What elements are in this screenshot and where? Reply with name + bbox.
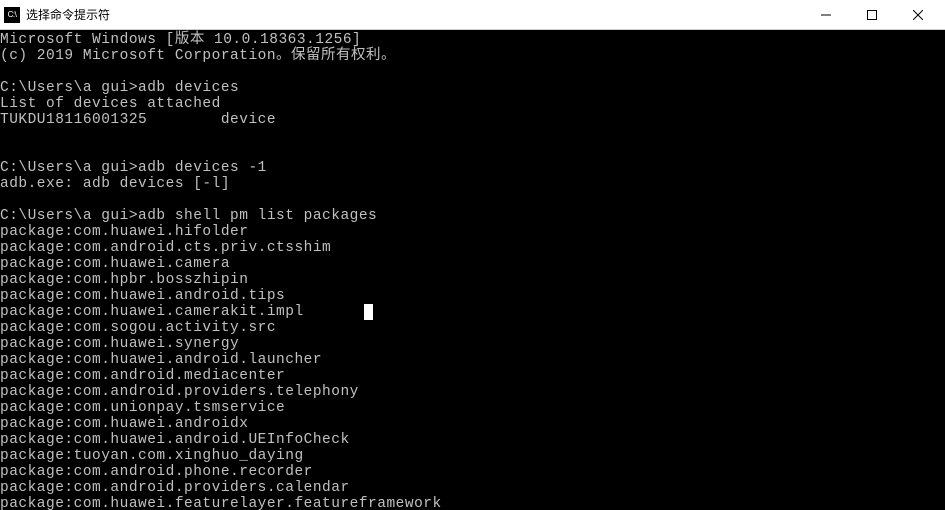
terminal-line: [0, 144, 945, 160]
terminal-line: package:com.android.phone.recorder: [0, 464, 945, 480]
terminal-line: adb.exe: adb devices [-l]: [0, 176, 945, 192]
maximize-button[interactable]: [849, 0, 895, 30]
terminal-line: package:com.android.mediacenter: [0, 368, 945, 384]
terminal-line: package:tuoyan.com.xinghuo_daying: [0, 448, 945, 464]
minimize-icon: [821, 10, 831, 20]
terminal-line: C:\Users\a gui>adb devices: [0, 80, 945, 96]
terminal-line: package:com.android.cts.priv.ctsshim: [0, 240, 945, 256]
terminal-line: package:com.huawei.featurelayer.featuref…: [0, 496, 945, 510]
terminal-line: [0, 64, 945, 80]
terminal-line: [0, 192, 945, 208]
terminal-line: package:com.android.providers.telephony: [0, 384, 945, 400]
terminal-line: C:\Users\a gui>adb devices -1: [0, 160, 945, 176]
cursor: [364, 304, 373, 320]
terminal-line: package:com.huawei.camera: [0, 256, 945, 272]
terminal-line: [0, 128, 945, 144]
terminal-line: package:com.huawei.androidx: [0, 416, 945, 432]
terminal-line: package:com.android.providers.calendar: [0, 480, 945, 496]
terminal-line: package:com.sogou.activity.src: [0, 320, 945, 336]
terminal-line: (c) 2019 Microsoft Corporation。保留所有权利。: [0, 48, 945, 64]
maximize-icon: [867, 10, 877, 20]
terminal-line: List of devices attached: [0, 96, 945, 112]
close-button[interactable]: [895, 0, 941, 30]
terminal-line: package:com.huawei.camerakit.impl: [0, 304, 945, 320]
terminal-output[interactable]: Microsoft Windows [版本 10.0.18363.1256](c…: [0, 30, 945, 510]
terminal-line: package:com.huawei.synergy: [0, 336, 945, 352]
close-icon: [913, 10, 923, 20]
terminal-line: Microsoft Windows [版本 10.0.18363.1256]: [0, 32, 945, 48]
terminal-line: C:\Users\a gui>adb shell pm list package…: [0, 208, 945, 224]
window-controls: [803, 0, 941, 30]
terminal-line: package:com.huawei.android.UEInfoCheck: [0, 432, 945, 448]
terminal-line: package:com.hpbr.bosszhipin: [0, 272, 945, 288]
terminal-line: package:com.huawei.android.tips: [0, 288, 945, 304]
window-title: 选择命令提示符: [26, 6, 803, 23]
terminal-line: package:com.huawei.hifolder: [0, 224, 945, 240]
cmd-icon: C:\: [4, 7, 20, 23]
terminal-line: package:com.unionpay.tsmservice: [0, 400, 945, 416]
terminal-line: TUKDU18116001325 device: [0, 112, 945, 128]
titlebar[interactable]: C:\ 选择命令提示符: [0, 0, 945, 30]
terminal-line: package:com.huawei.android.launcher: [0, 352, 945, 368]
minimize-button[interactable]: [803, 0, 849, 30]
